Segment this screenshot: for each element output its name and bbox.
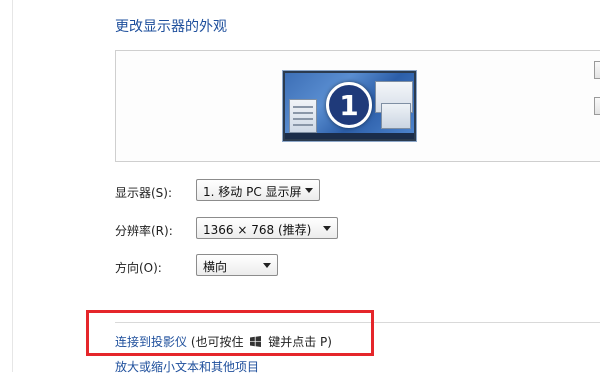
resolution-select-value: 1366 × 768 (推荐) xyxy=(203,223,312,237)
taskbar-thumbnail xyxy=(285,133,414,139)
page-title: 更改显示器的外观 xyxy=(115,19,227,35)
chevron-down-icon xyxy=(323,226,331,231)
magnify-text-link[interactable]: 放大或缩小文本和其他项目 xyxy=(115,358,259,375)
orientation-select[interactable]: 横向 xyxy=(196,254,278,276)
display-select-value: 1. 移动 PC 显示屏 xyxy=(203,185,302,199)
window-thumbnail-icon xyxy=(381,103,411,129)
highlight-annotation-frame xyxy=(86,310,374,356)
display-label: 显示器(S): xyxy=(115,186,173,200)
detect-button[interactable] xyxy=(594,61,600,79)
display-select[interactable]: 1. 移动 PC 显示屏 xyxy=(196,179,320,201)
window-thumbnail-icon xyxy=(289,99,317,133)
chevron-down-icon xyxy=(263,263,271,268)
resolution-label: 分辨率(R): xyxy=(115,224,173,238)
resolution-select[interactable]: 1366 × 768 (推荐) xyxy=(196,217,338,239)
orientation-label: 方向(O): xyxy=(115,261,162,275)
chevron-down-icon xyxy=(305,188,313,193)
orientation-select-value: 横向 xyxy=(203,260,228,274)
identify-button[interactable] xyxy=(594,97,600,115)
left-panel-edge xyxy=(0,0,13,372)
monitor-1-thumbnail[interactable]: 1 xyxy=(283,71,416,141)
display-preview-area: 1 xyxy=(115,50,600,162)
monitor-number-badge: 1 xyxy=(326,82,372,128)
